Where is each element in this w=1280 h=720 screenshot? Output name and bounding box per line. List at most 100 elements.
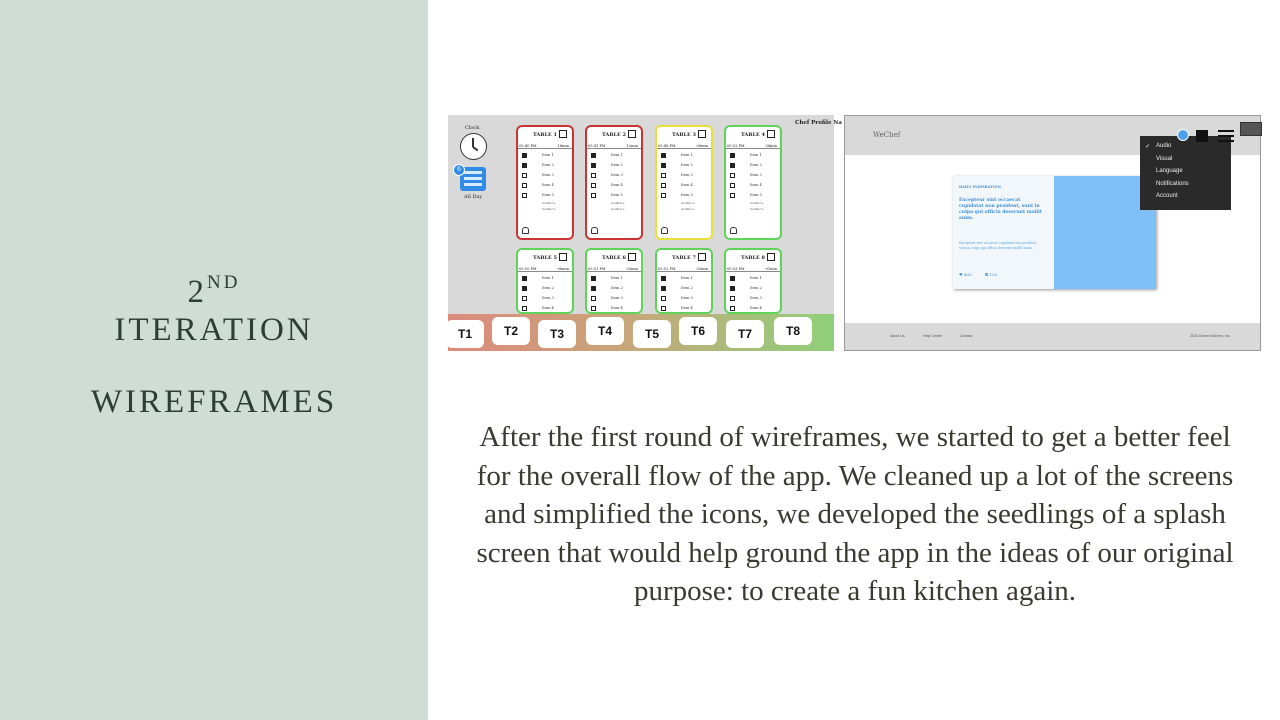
table-tab-t4[interactable]: T4 [586, 317, 624, 345]
checkbox[interactable] [591, 296, 596, 301]
menu-item-notifications[interactable]: Notifications [1156, 181, 1189, 187]
table-card[interactable]: TABLE 8 05:53 PM 01min Item 1 Item 2 Item 3 It… [724, 248, 782, 314]
checkbox[interactable] [522, 163, 527, 168]
checkbox[interactable] [522, 183, 527, 188]
bell-icon[interactable] [591, 227, 598, 234]
table-card[interactable]: TABLE 1 05:40 PM 18min Item 1 Item 2 Item 3 It… [516, 125, 574, 240]
order-item[interactable]: Item 3 [661, 295, 709, 305]
order-item[interactable]: Item 1 [730, 275, 778, 285]
order-item[interactable]: Item 2 [522, 285, 570, 295]
order-item[interactable]: Item 5 [661, 192, 709, 202]
checkbox[interactable] [661, 183, 666, 188]
table-tab-t8[interactable]: T8 [774, 317, 812, 345]
checkbox[interactable] [522, 193, 527, 198]
table-tab-t2[interactable]: T2 [492, 317, 530, 345]
edit-icon[interactable] [767, 253, 775, 261]
checkbox[interactable] [522, 296, 527, 301]
order-item[interactable]: Item 5 [591, 192, 639, 202]
checkbox[interactable] [591, 163, 596, 168]
table-card[interactable]: TABLE 6 05:51 PM 03min Item 1 Item 2 Item 3 It… [585, 248, 643, 314]
checkbox[interactable] [591, 183, 596, 188]
checkbox[interactable] [522, 173, 527, 178]
menu-item-language[interactable]: Language [1156, 168, 1183, 174]
checkbox[interactable] [591, 276, 596, 281]
table-card[interactable]: TABLE 2 05:41 PM 12min Item 1 Item 2 Item 3 It… [585, 125, 643, 240]
order-item[interactable]: Item 2 [730, 285, 778, 295]
checkbox[interactable] [591, 193, 596, 198]
table-tab-t1[interactable]: T1 [446, 320, 484, 348]
checkbox[interactable] [661, 163, 666, 168]
order-item[interactable]: Item 3 [522, 172, 570, 182]
comment-count[interactable]: ◘ 120 [985, 272, 997, 277]
order-item[interactable]: Item 1 [522, 152, 570, 162]
table-card[interactable]: TABLE 4 05:52 PM 04min Item 1 Item 2 Item 3 It… [724, 125, 782, 240]
checkbox[interactable] [591, 153, 596, 158]
checkbox[interactable] [730, 286, 735, 291]
menu-item-visual[interactable]: Visual [1156, 156, 1172, 162]
footer-link[interactable]: Contact [960, 334, 972, 338]
order-item[interactable]: Item 3 [591, 295, 639, 305]
checkbox[interactable] [730, 173, 735, 178]
order-item[interactable]: Item 5 [522, 192, 570, 202]
order-item[interactable]: Item 1 [591, 152, 639, 162]
edit-icon[interactable] [559, 253, 567, 261]
order-item[interactable]: Item 1 [522, 275, 570, 285]
checkbox[interactable] [591, 286, 596, 291]
order-item[interactable]: Item 2 [522, 162, 570, 172]
bell-icon[interactable] [661, 227, 668, 234]
edit-icon[interactable] [628, 253, 636, 261]
checkbox[interactable] [661, 296, 666, 301]
table-tab-t7[interactable]: T7 [726, 320, 764, 348]
checkbox[interactable] [522, 286, 527, 291]
table-card[interactable]: TABLE 5 05:50 PM 06min Item 1 Item 2 Item 3 It… [516, 248, 574, 314]
checkbox[interactable] [661, 153, 666, 158]
grid-icon[interactable] [1196, 130, 1208, 142]
checkbox[interactable] [730, 306, 735, 311]
table-tab-t6[interactable]: T6 [679, 317, 717, 345]
order-item[interactable]: Item 1 [661, 275, 709, 285]
order-item[interactable]: Item 1 [661, 152, 709, 162]
like-count[interactable]: ♥ 400 [959, 272, 972, 277]
order-item[interactable]: Item 4 [522, 182, 570, 192]
clock-icon[interactable] [460, 133, 487, 160]
window-control-icon[interactable] [1240, 122, 1262, 136]
checkbox[interactable] [661, 173, 666, 178]
order-item[interactable]: Item 2 [661, 162, 709, 172]
checkbox[interactable] [661, 306, 666, 311]
checkbox[interactable] [591, 306, 596, 311]
menu-item-audio[interactable]: Audio [1156, 143, 1171, 149]
order-item[interactable]: Item 2 [591, 285, 639, 295]
edit-icon[interactable] [698, 130, 706, 138]
wechef-logo[interactable]: WeChef [873, 131, 900, 139]
order-item[interactable]: Item 3 [522, 295, 570, 305]
order-item[interactable]: Item 3 [730, 172, 778, 182]
footer-link[interactable]: About Us [890, 334, 905, 338]
checkbox[interactable] [661, 193, 666, 198]
hamburger-icon[interactable] [1218, 130, 1234, 142]
order-item[interactable]: Item 2 [661, 285, 709, 295]
edit-icon[interactable] [767, 130, 775, 138]
menu-item-account[interactable]: Account [1156, 193, 1178, 199]
bell-icon[interactable] [730, 227, 737, 234]
checkbox[interactable] [730, 296, 735, 301]
edit-icon[interactable] [559, 130, 567, 138]
checkbox[interactable] [730, 193, 735, 198]
order-item[interactable]: Item 4 [730, 182, 778, 192]
checkbox[interactable] [730, 183, 735, 188]
bell-icon[interactable] [522, 227, 529, 234]
order-item[interactable]: Item 5 [730, 192, 778, 202]
checkbox[interactable] [522, 306, 527, 311]
chef-profile-label[interactable]: Chef Profile Na [795, 120, 842, 126]
checkbox[interactable] [522, 276, 527, 281]
checkbox[interactable] [730, 276, 735, 281]
edit-icon[interactable] [698, 253, 706, 261]
order-item[interactable]: Item 4 [661, 182, 709, 192]
table-tab-t5[interactable]: T5 [633, 320, 671, 348]
order-item[interactable]: Item 3 [661, 172, 709, 182]
table-card[interactable]: TABLE 3 05:48 PM 06min Item 1 Item 2 Item 3 It… [655, 125, 713, 240]
order-item[interactable]: Item 1 [730, 152, 778, 162]
checkbox[interactable] [522, 153, 527, 158]
table-tab-t3[interactable]: T3 [538, 320, 576, 348]
order-item[interactable]: Item 2 [730, 162, 778, 172]
order-item[interactable]: Item 3 [591, 172, 639, 182]
